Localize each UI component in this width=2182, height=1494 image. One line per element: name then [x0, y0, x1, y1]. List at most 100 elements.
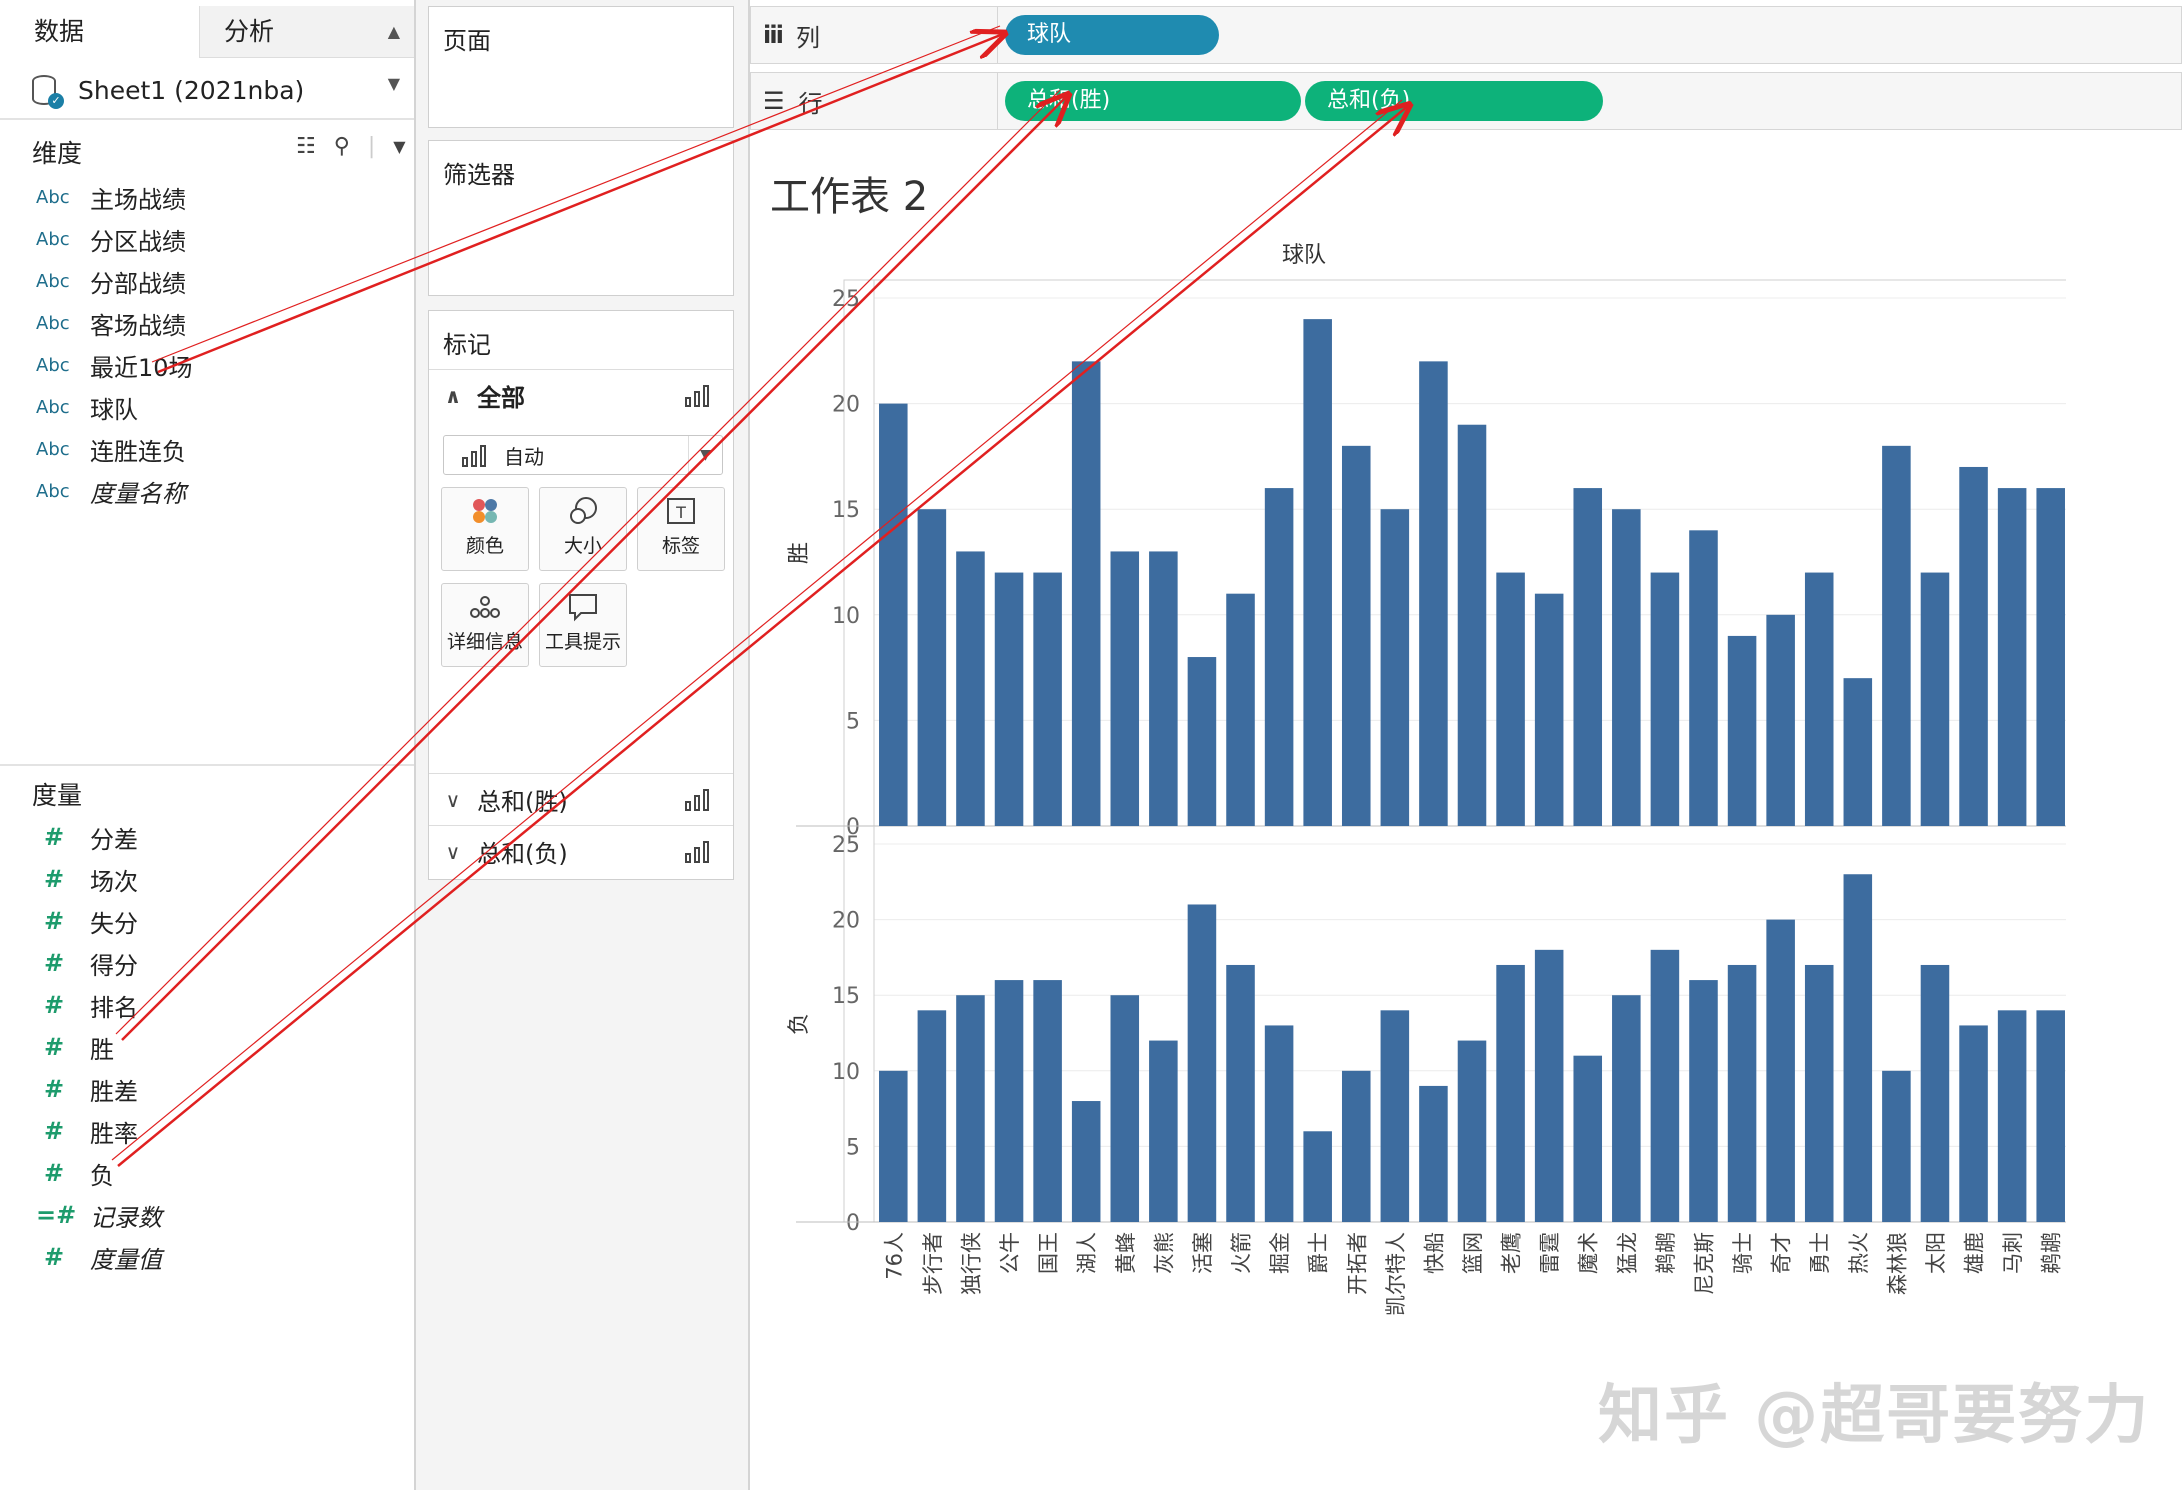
dimension-name: 主场战绩	[90, 185, 186, 214]
mark-type-select[interactable]: 自动 ▼	[443, 435, 723, 475]
watermark: 知乎 @超哥要努力	[1598, 1379, 2151, 1453]
row-pill-sum-win[interactable]: 总和(胜)	[1005, 81, 1301, 121]
list-view-icon[interactable]: ☷	[296, 134, 316, 159]
measure-item[interactable]: # 得分	[36, 942, 138, 984]
marks-all-label: 全部	[477, 384, 525, 412]
bar-win	[1187, 657, 1217, 826]
measure-item[interactable]: # 场次	[36, 858, 138, 900]
x-category-label: 独行侠	[959, 1232, 983, 1295]
x-category-label: 灰熊	[1152, 1232, 1176, 1274]
color-button[interactable]: 颜色	[441, 487, 529, 571]
dimension-item[interactable]: Abc 主场战绩	[36, 176, 186, 218]
pages-card[interactable]: 页面	[428, 6, 734, 128]
datasource-item[interactable]: ✓ Sheet1 (2021nba)	[30, 70, 304, 112]
measure-item[interactable]: # 排名	[36, 984, 138, 1026]
x-category-label: 火箭	[1230, 1232, 1254, 1274]
measure-item[interactable]: =# 记录数	[36, 1194, 162, 1236]
bar-chart: 球队 0 5 10 15 20 25 胜 0 5 10 15 20 25 负 76人 步行者 独行侠 公牛 国王 湖人黄…	[766, 232, 2071, 1490]
number-type-icon: #	[44, 1033, 65, 1061]
dimension-item[interactable]: Abc 最近10场	[36, 344, 193, 386]
measure-item[interactable]: # 胜率	[36, 1110, 138, 1152]
bar-win	[1110, 551, 1140, 826]
tab-data[interactable]: 数据	[0, 6, 200, 58]
dimension-item[interactable]: Abc 分部战绩	[36, 260, 186, 302]
measure-item[interactable]: # 度量值	[36, 1236, 162, 1278]
rows-shelf[interactable]: ☰ 行 总和(胜) 总和(负)	[750, 72, 2182, 130]
marks-sum-win-label: 总和(胜)	[477, 788, 568, 816]
x-category-label: 雄鹿	[1963, 1232, 1987, 1274]
bar-loss	[1920, 964, 1950, 1222]
x-category-label: 凯尔特人	[1384, 1232, 1408, 1316]
string-type-icon: Abc	[36, 396, 70, 418]
tab-analysis[interactable]: 分析 ▲ ▼	[200, 6, 414, 93]
size-button[interactable]: 大小	[539, 487, 627, 571]
row-pill-sum-loss[interactable]: 总和(负)	[1305, 81, 1603, 121]
color-label: 颜色	[465, 535, 504, 557]
x-category-label: 奇才	[1770, 1232, 1794, 1274]
x-category-label: 活塞	[1191, 1232, 1215, 1274]
x-category-label: 湖人	[1075, 1232, 1099, 1274]
bar-loss	[1612, 995, 1641, 1222]
measure-name: 负	[90, 1161, 114, 1190]
y-axis-title: 负	[787, 1013, 812, 1035]
bar-win	[1457, 424, 1487, 826]
dimension-item[interactable]: Abc 客场战绩	[36, 302, 186, 344]
filters-card[interactable]: 筛选器	[428, 140, 734, 296]
marks-sum-loss-row[interactable]: ∨ 总和(负)	[429, 825, 733, 877]
marks-sum-loss-label: 总和(负)	[477, 840, 568, 868]
column-pill-team[interactable]: 球队	[1005, 15, 1219, 55]
x-category-label: 魔术	[1577, 1232, 1601, 1274]
measure-item[interactable]: # 胜	[36, 1026, 114, 1068]
bar-win	[879, 403, 908, 826]
dimension-item[interactable]: Abc 分区战绩	[36, 218, 186, 260]
x-category-label: 森林狼	[1885, 1232, 1909, 1295]
bar-loss	[879, 1070, 908, 1222]
x-category-label: 马刺	[2001, 1232, 2025, 1274]
y-tick-label: 25	[832, 833, 860, 858]
bar-loss	[1496, 964, 1525, 1222]
bar-loss	[1959, 1025, 1988, 1222]
string-type-icon: Abc	[36, 270, 70, 292]
x-category-label: 雷霆	[1538, 1232, 1562, 1274]
dropdown-icon[interactable]: ▼	[393, 137, 405, 156]
y-tick-label: 20	[832, 393, 860, 418]
tooltip-button[interactable]: 工具提示	[539, 583, 627, 667]
x-category-label: 老鹰	[1500, 1232, 1524, 1274]
svg-text:T: T	[675, 503, 686, 522]
y-axis-title: 胜	[787, 542, 812, 564]
y-tick-label: 5	[846, 1135, 860, 1160]
datasource-name: Sheet1 (2021nba)	[78, 76, 305, 105]
measure-item[interactable]: # 分差	[36, 816, 138, 858]
tab-analysis-label: 分析	[224, 17, 275, 46]
search-icon[interactable]: ⚲	[334, 134, 350, 159]
marks-sum-win-row[interactable]: ∨ 总和(胜)	[429, 773, 733, 825]
measure-item[interactable]: # 胜差	[36, 1068, 138, 1110]
bar-win	[1766, 614, 1795, 826]
bar-loss	[1380, 1010, 1410, 1222]
dimension-item[interactable]: Abc 球队	[36, 386, 138, 428]
columns-shelf[interactable]: ⅲ 列 球队	[750, 6, 2182, 64]
bar-win	[1612, 509, 1641, 826]
string-type-icon: Abc	[36, 438, 70, 460]
bar-chart-icon	[462, 445, 492, 467]
x-category-label: 鹈鹕	[2040, 1232, 2064, 1274]
tooltip-icon	[540, 584, 626, 630]
bar-win	[1303, 319, 1332, 826]
measure-name: 分差	[90, 825, 138, 854]
measure-item[interactable]: # 负	[36, 1152, 114, 1194]
detail-label: 详细信息	[446, 631, 523, 653]
dimension-item[interactable]: Abc 度量名称	[36, 470, 186, 512]
bar-win	[1997, 488, 2027, 826]
dimension-item[interactable]: Abc 连胜连负	[36, 428, 186, 470]
bar-loss	[2036, 1010, 2065, 1222]
bar-loss	[994, 980, 1024, 1222]
columns-icon: ⅲ	[763, 21, 784, 49]
bar-loss	[956, 995, 985, 1222]
bar-loss	[1033, 980, 1062, 1222]
sheet-title: 工作表 2	[770, 174, 929, 220]
label-button[interactable]: T 标签	[637, 487, 725, 571]
measure-item[interactable]: # 失分	[36, 900, 138, 942]
tooltip-label: 工具提示	[544, 631, 621, 653]
detail-button[interactable]: 详细信息	[441, 583, 529, 667]
marks-all-row[interactable]: ∧ 全部	[429, 369, 733, 421]
